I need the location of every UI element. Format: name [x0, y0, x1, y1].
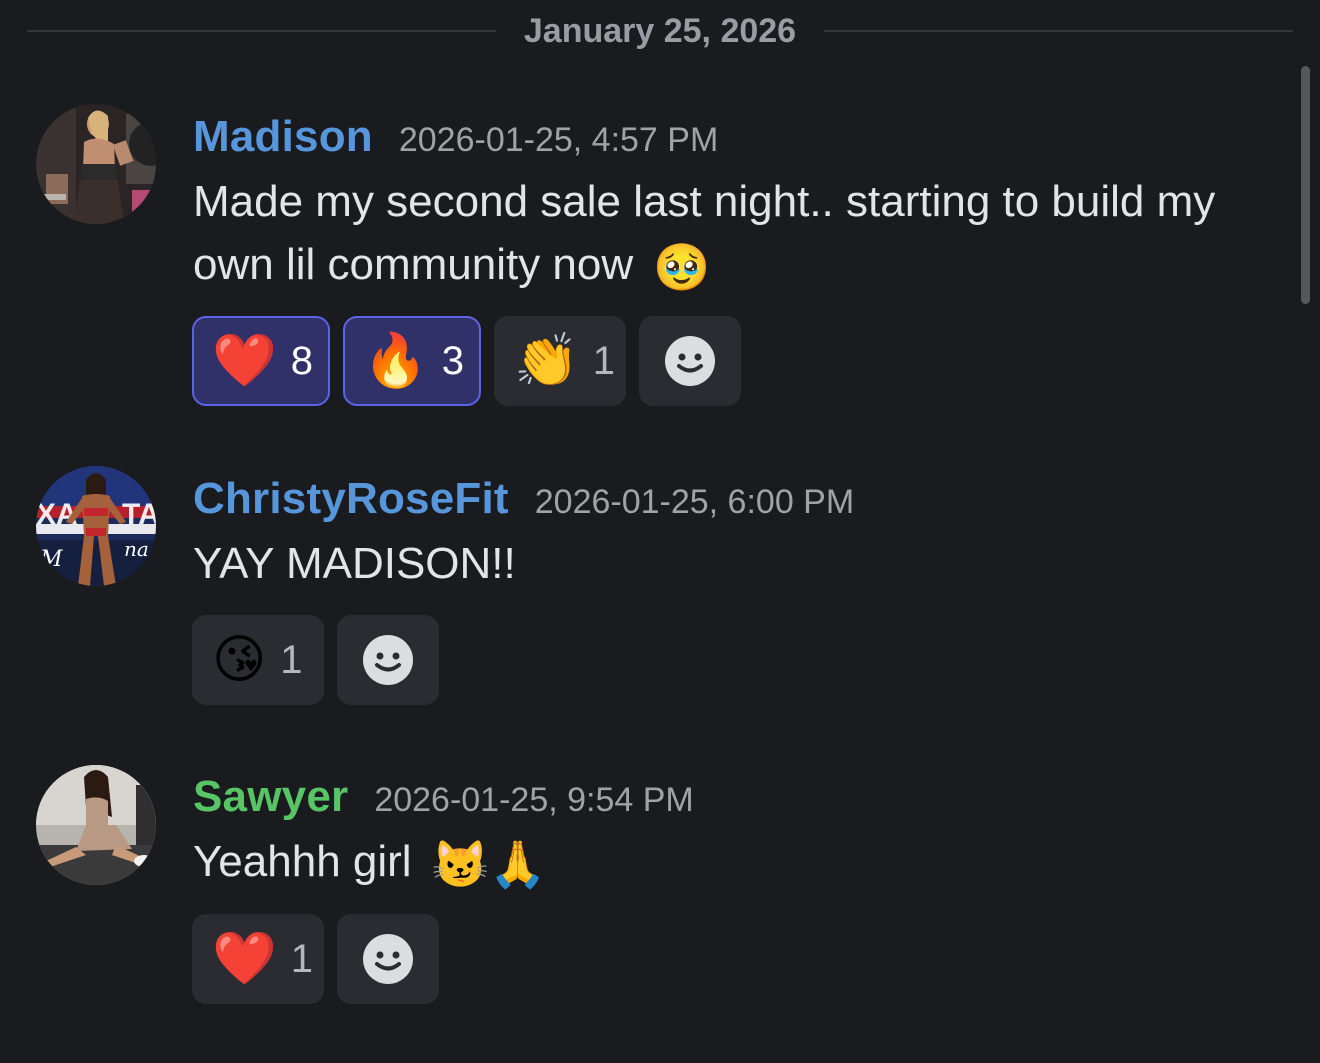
message-header: Madison 2026-01-25, 4:57 PM — [193, 112, 718, 168]
folded-hands-emoji-icon: 🙏 — [489, 837, 547, 890]
message-header: ChristyRoseFit 2026-01-25, 6:00 PM — [193, 474, 854, 530]
reaction-count: 1 — [290, 936, 313, 981]
reactions-bar: 😘 1 — [192, 615, 439, 705]
message-text-content: Yeahhh girl — [193, 837, 412, 886]
avatar-christyrosefit[interactable]: XA TA M na — [36, 466, 156, 586]
smiley-add-icon — [363, 934, 413, 984]
smirking-cat-emoji-icon: 😼 — [431, 837, 490, 890]
heart-emoji-icon: ❤️ — [212, 929, 277, 989]
fire-emoji-icon: 🔥 — [363, 331, 428, 391]
date-divider-label: January 25, 2026 — [523, 12, 797, 50]
username[interactable]: Sawyer — [193, 772, 348, 822]
reaction-count: 1 — [592, 338, 615, 383]
reactions-bar: ❤️ 1 — [192, 914, 439, 1004]
reactions-bar: ❤️ 8 🔥 3 👏 1 — [192, 316, 741, 406]
reaction-clap[interactable]: 👏 1 — [494, 316, 626, 406]
avatar-madison[interactable] — [36, 104, 156, 224]
reaction-count: 8 — [290, 338, 313, 383]
message-header: Sawyer 2026-01-25, 9:54 PM — [193, 772, 694, 828]
reaction-heart[interactable]: ❤️ 1 — [192, 914, 324, 1004]
add-reaction-button[interactable] — [639, 316, 741, 406]
smiley-add-icon — [665, 336, 715, 386]
reaction-fire[interactable]: 🔥 3 — [343, 316, 481, 406]
username[interactable]: ChristyRoseFit — [193, 474, 509, 524]
message-text-line-2: own lil community now 🥹 — [193, 233, 1283, 299]
timestamp: 2026-01-25, 4:57 PM — [398, 121, 719, 159]
date-divider: January 25, 2026 — [27, 8, 1293, 54]
add-reaction-button[interactable] — [337, 615, 439, 705]
svg-text:TA: TA — [122, 498, 156, 531]
timestamp: 2026-01-25, 6:00 PM — [534, 483, 855, 521]
add-reaction-button[interactable] — [337, 914, 439, 1004]
message-text-line-2-text: own lil community now — [193, 240, 634, 289]
message-text: Made my second sale last night.. startin… — [193, 170, 1283, 299]
message-text: Yeahhh girl 😼🙏 — [193, 830, 1283, 896]
scrollbar-thumb[interactable] — [1301, 66, 1310, 304]
heart-emoji-icon: ❤️ — [212, 331, 277, 391]
message-text: YAY MADISON!! — [193, 539, 516, 588]
chat-view: January 25, 2026 Madison 2026-01-25, 4:5… — [0, 0, 1320, 1063]
face-blowing-kiss-emoji-icon: 😘 — [212, 630, 267, 690]
reaction-kiss[interactable]: 😘 1 — [192, 615, 324, 705]
reaction-count: 3 — [441, 338, 464, 383]
reaction-heart[interactable]: ❤️ 8 — [192, 316, 330, 406]
pleading-face-emoji-icon: 🥹 — [653, 240, 711, 293]
reaction-count: 1 — [280, 637, 303, 682]
clapping-hands-emoji-icon: 👏 — [514, 331, 579, 391]
username[interactable]: Madison — [193, 112, 373, 162]
divider-line-right — [824, 30, 1293, 32]
avatar-sawyer[interactable] — [36, 765, 156, 885]
message-text-line-1: Made my second sale last night.. startin… — [193, 177, 1216, 226]
svg-text:M: M — [39, 547, 63, 572]
timestamp: 2026-01-25, 9:54 PM — [374, 781, 694, 819]
smiley-add-icon — [363, 635, 413, 685]
divider-line-left — [27, 30, 496, 32]
svg-text:na: na — [124, 537, 149, 561]
